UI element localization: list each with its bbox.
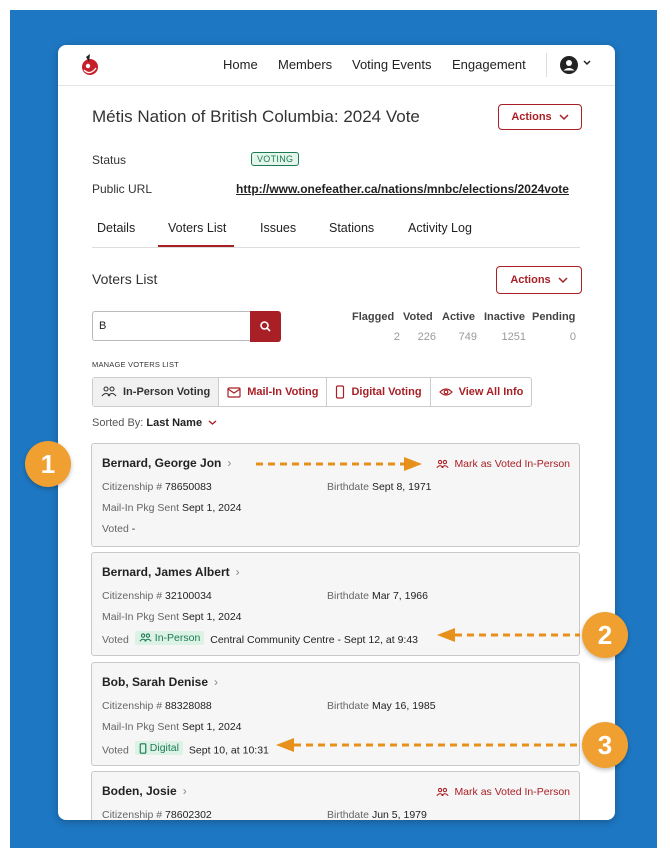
chevron-right-icon: › xyxy=(214,675,219,689)
voted-row: Voted In-Person Central Community Centre… xyxy=(102,631,419,646)
people-icon xyxy=(436,459,450,468)
nav-divider xyxy=(546,53,547,77)
tab-details[interactable]: Details xyxy=(97,221,135,235)
mail-icon xyxy=(227,386,241,398)
stat-active-value: 749 xyxy=(458,331,477,343)
stat-pending-label: Pending xyxy=(532,311,576,323)
search-input[interactable]: B xyxy=(92,311,250,341)
status-badge: VOTING xyxy=(251,152,300,166)
in-person-voting-button[interactable]: In-Person Voting xyxy=(93,378,220,406)
tab-voters-list[interactable]: Voters List xyxy=(168,221,226,235)
birthdate-row: Birthdate Sept 8, 1971 xyxy=(327,481,432,493)
in-person-voting-label: In-Person Voting xyxy=(123,386,211,398)
tabs-divider xyxy=(92,247,580,248)
chevron-down-icon xyxy=(559,114,569,121)
view-all-info-button[interactable]: View All Info xyxy=(431,378,532,406)
sorted-by-label: Sorted By: xyxy=(92,417,144,429)
callout-1: 1 xyxy=(25,441,71,487)
active-tab-indicator xyxy=(158,245,234,247)
chevron-down-icon xyxy=(558,277,568,284)
nav-engagement[interactable]: Engagement xyxy=(452,57,526,72)
chevron-down-icon xyxy=(208,420,217,425)
nav-home[interactable]: Home xyxy=(223,57,258,72)
account-icon[interactable] xyxy=(560,56,578,74)
actions-label: Actions xyxy=(510,274,551,286)
stat-inactive-value: 1251 xyxy=(501,331,526,343)
voters-list-heading: Voters List xyxy=(92,271,158,287)
url-label: Public URL xyxy=(92,182,153,196)
voter-name[interactable]: Boden, Josie › xyxy=(102,784,187,798)
nav-members[interactable]: Members xyxy=(278,57,332,72)
people-icon xyxy=(101,386,117,397)
mark-voted-in-person-button[interactable]: Mark as Voted In-Person xyxy=(436,786,570,798)
stat-inactive-label: Inactive xyxy=(484,311,525,323)
stat-flagged-value: 2 xyxy=(393,331,400,343)
people-icon xyxy=(139,633,152,642)
citizenship-row: Citizenship # 32100034 xyxy=(102,590,212,602)
top-nav: Home Members Voting Events Engagement xyxy=(58,45,615,86)
chevron-down-icon[interactable] xyxy=(583,58,591,68)
actions-label: Actions xyxy=(511,111,552,123)
callout-3: 3 xyxy=(582,722,628,768)
callout-arrow-3 xyxy=(276,738,579,752)
nav-voting-events[interactable]: Voting Events xyxy=(352,57,432,72)
voter-name[interactable]: Bob, Sarah Denise › xyxy=(102,675,218,689)
chevron-right-icon: › xyxy=(182,784,187,798)
status-label: Status xyxy=(92,153,127,167)
logo-icon[interactable] xyxy=(80,54,100,76)
sorted-by-value: Last Name xyxy=(146,417,203,429)
mail-in-row: Mail-In Pkg Sent Sept 1, 2024 xyxy=(102,502,242,514)
tab-stations[interactable]: Stations xyxy=(329,221,374,235)
stat-active-label: Active xyxy=(442,311,476,323)
tab-activity-log[interactable]: Activity Log xyxy=(408,221,472,235)
mail-in-voting-label: Mail-In Voting xyxy=(247,386,319,398)
page-title: Métis Nation of British Columbia: 2024 V… xyxy=(92,107,420,126)
chevron-right-icon: › xyxy=(227,456,232,470)
voter-card[interactable]: Boden, Josie › Mark as Voted In-Person Ci… xyxy=(91,771,580,820)
people-icon xyxy=(436,787,450,796)
mark-voted-in-person-button[interactable]: Mark as Voted In-Person xyxy=(436,458,570,470)
citizenship-row: Citizenship # 78602302 xyxy=(102,809,212,820)
stat-pending-value: 0 xyxy=(569,331,576,343)
voters-actions-button[interactable]: Actions xyxy=(496,266,582,294)
in-person-tag: In-Person xyxy=(134,631,205,645)
sort-control[interactable]: Sorted By: Last Name xyxy=(92,417,217,429)
stat-voted-label: Voted xyxy=(403,311,433,323)
birthdate-row: Birthdate Mar 7, 1966 xyxy=(327,590,428,602)
birthdate-row: Birthdate Jun 5, 1979 xyxy=(327,809,427,820)
chevron-right-icon: › xyxy=(235,565,240,579)
public-url-link[interactable]: http://www.onefeather.ca/nations/mnbc/el… xyxy=(236,182,569,196)
mail-in-voting-button[interactable]: Mail-In Voting xyxy=(219,378,328,406)
citizenship-row: Citizenship # 88328088 xyxy=(102,700,212,712)
digital-voting-button[interactable]: Digital Voting xyxy=(327,378,431,406)
voting-buttons-group: In-Person Voting Mail-In Voting Digital … xyxy=(92,377,533,407)
voted-row: Voted Digital Sept 10, at 10:31 xyxy=(102,741,269,757)
eye-icon xyxy=(438,388,453,396)
stat-voted-value: 226 xyxy=(417,331,436,343)
citizenship-row: Citizenship # 78650083 xyxy=(102,481,212,493)
manage-voters-label: MANAGE VOTERS LIST xyxy=(92,360,179,369)
callout-arrow-1 xyxy=(256,457,422,471)
mail-in-row: Mail-In Pkg Sent Sept 1, 2024 xyxy=(102,611,242,623)
view-all-info-label: View All Info xyxy=(458,386,524,398)
callout-2: 2 xyxy=(582,612,628,658)
stat-flagged-label: Flagged xyxy=(352,311,395,323)
tab-issues[interactable]: Issues xyxy=(260,221,296,235)
voter-name[interactable]: Bernard, George Jon › xyxy=(102,456,231,470)
phone-icon xyxy=(336,385,345,399)
callout-arrow-2 xyxy=(437,628,580,642)
search-icon xyxy=(260,321,271,332)
digital-voting-label: Digital Voting xyxy=(351,386,422,398)
digital-tag: Digital xyxy=(134,741,183,755)
page-actions-button[interactable]: Actions xyxy=(498,104,582,130)
app-window: Home Members Voting Events Engagement Mé… xyxy=(58,45,615,820)
phone-icon xyxy=(139,742,147,754)
mail-in-row: Mail-In Pkg Sent Sept 1, 2024 xyxy=(102,721,242,733)
voter-name[interactable]: Bernard, James Albert › xyxy=(102,565,240,579)
voted-row: Voted - xyxy=(102,523,136,535)
birthdate-row: Birthdate May 16, 1985 xyxy=(327,700,436,712)
search-button[interactable] xyxy=(250,311,281,342)
